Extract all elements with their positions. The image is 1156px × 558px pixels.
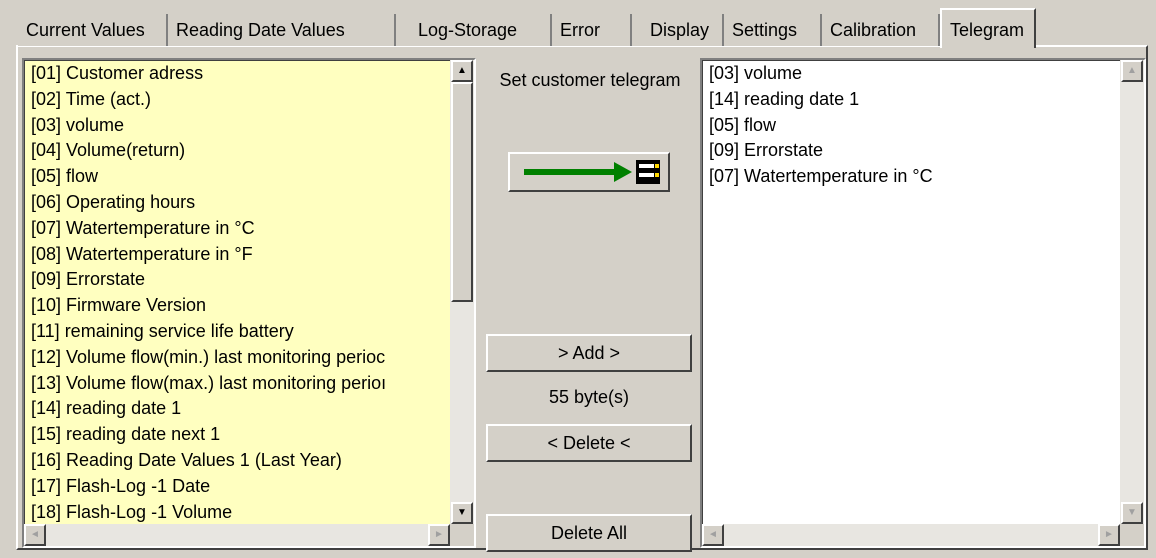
list-item[interactable]: [02] Time (act.)	[25, 87, 450, 113]
scrollbar-corner	[450, 524, 474, 546]
list-item[interactable]: [14] reading date 1	[25, 396, 450, 422]
set-customer-telegram-button[interactable]	[508, 152, 670, 192]
scroll-left-icon[interactable]: ◄	[24, 524, 46, 546]
add-button[interactable]: > Add >	[486, 334, 692, 372]
scroll-right-icon[interactable]: ►	[1098, 524, 1120, 546]
scroll-up-icon[interactable]: ▲	[451, 60, 473, 82]
tab-current-values[interactable]: Current Values	[18, 14, 168, 46]
tab-display[interactable]: Display	[632, 14, 724, 46]
list-item[interactable]: [03] volume	[25, 113, 450, 139]
telegram-vertical-scrollbar[interactable]: ▲ ▼	[1120, 60, 1144, 524]
scroll-up-icon[interactable]: ▲	[1121, 60, 1143, 82]
available-values-items: [01] Customer adress [02] Time (act.) [03]…	[24, 60, 450, 524]
customer-telegram-items: [03] volume [14] reading date 1 [05] flow[…	[702, 60, 1120, 524]
tab-strip: Current Values Reading Date Values Log-S…	[16, 8, 1146, 48]
list-item[interactable]: [05] flow	[703, 113, 1120, 139]
list-item[interactable]: [13] Volume flow(max.) last monitoring p…	[25, 371, 450, 397]
tab-telegram[interactable]: Telegram	[940, 8, 1036, 48]
list-item[interactable]: [03] volume	[703, 61, 1120, 87]
tab-settings[interactable]: Settings	[724, 14, 822, 46]
list-item[interactable]: [11] remaining service life battery	[25, 319, 450, 345]
list-item[interactable]: [07] Watertemperature in °C	[25, 216, 450, 242]
list-item[interactable]: [14] reading date 1	[703, 87, 1120, 113]
list-item[interactable]: [07] Watertemperature in °C	[703, 164, 1120, 190]
list-item[interactable]: [15] reading date next 1	[25, 422, 450, 448]
scrollbar-corner	[1120, 524, 1144, 546]
list-item[interactable]: [08] Watertemperature in °F	[25, 242, 450, 268]
byte-count-label: 55 byte(s)	[548, 387, 630, 407]
delete-all-button[interactable]: Delete All	[486, 514, 692, 552]
available-horizontal-scrollbar[interactable]: ◄ ►	[24, 524, 450, 546]
scroll-down-icon[interactable]: ▼	[451, 502, 473, 524]
set-customer-telegram-label: Set customer telegram	[499, 70, 681, 90]
available-values-list[interactable]: [01] Customer adress [02] Time (act.) [03]…	[22, 58, 476, 548]
list-item[interactable]: [18] Flash-Log -1 Volume	[25, 500, 450, 524]
list-item[interactable]: [16] Reading Date Values 1 (Last Year)	[25, 448, 450, 474]
tab-reading-date-values[interactable]: Reading Date Values	[168, 14, 396, 46]
list-item[interactable]: [09] Errorstate	[703, 138, 1120, 164]
scroll-left-icon[interactable]: ◄	[702, 524, 724, 546]
telegram-horizontal-scrollbar[interactable]: ◄ ►	[702, 524, 1120, 546]
list-item[interactable]: [05] flow	[25, 164, 450, 190]
tab-calibration[interactable]: Calibration	[822, 14, 940, 46]
arrow-right-to-list-icon	[524, 160, 660, 184]
tab-log-storage[interactable]: Log-Storage	[396, 14, 552, 46]
available-vertical-scrollbar[interactable]: ▲ ▼	[450, 60, 474, 524]
delete-button[interactable]: < Delete <	[486, 424, 692, 462]
scroll-right-icon[interactable]: ►	[428, 524, 450, 546]
list-item[interactable]: [09] Errorstate	[25, 267, 450, 293]
tab-error[interactable]: Error	[552, 14, 632, 46]
list-item[interactable]: [17] Flash-Log -1 Date	[25, 474, 450, 500]
customer-telegram-list[interactable]: [03] volume [14] reading date 1 [05] flow[…	[700, 58, 1146, 548]
list-item[interactable]: [04] Volume(return)	[25, 138, 450, 164]
list-item[interactable]: [01] Customer adress	[25, 61, 450, 87]
scroll-down-icon[interactable]: ▼	[1121, 502, 1143, 524]
list-item[interactable]: [06] Operating hours	[25, 190, 450, 216]
list-item[interactable]: [12] Volume flow(min.) last monitoring p…	[25, 345, 450, 371]
list-item[interactable]: [10] Firmware Version	[25, 293, 450, 319]
scroll-thumb[interactable]	[451, 82, 473, 302]
